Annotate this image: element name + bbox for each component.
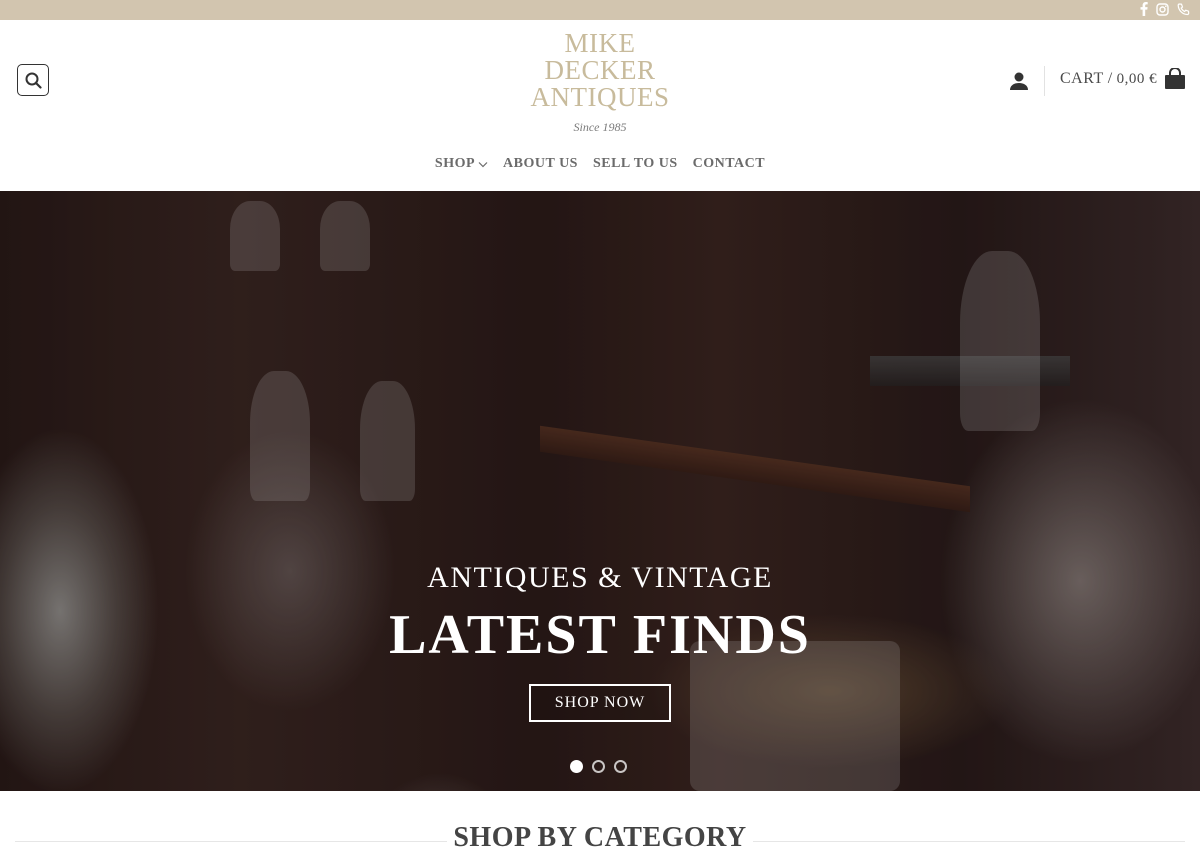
- main-nav: SHOP ABOUT US SELL TO US CONTACT: [0, 156, 1200, 172]
- slider-dot-1[interactable]: [570, 760, 583, 773]
- nav-item-sell-to-us[interactable]: SELL TO US: [593, 156, 678, 172]
- cart-amount: 0,00 €: [1116, 71, 1158, 87]
- shopping-bag-icon: [1165, 68, 1186, 89]
- shop-now-button[interactable]: SHOP NOW: [529, 684, 671, 722]
- top-bar: [0, 0, 1200, 20]
- hero-slider: ANTIQUES & VINTAGE LATEST FINDS SHOP NOW: [0, 191, 1200, 791]
- nav-item-about-us[interactable]: ABOUT US: [503, 156, 578, 172]
- search-icon: [25, 72, 42, 89]
- section-divider-right: [753, 841, 1185, 842]
- account-button[interactable]: [1008, 70, 1030, 92]
- logo-since: Since 1985: [573, 120, 627, 134]
- social-links: [1140, 2, 1190, 16]
- section-title: SHOP BY CATEGORY: [453, 822, 747, 850]
- slider-dots: [570, 760, 627, 773]
- logo-line-1: MIKE: [564, 28, 636, 58]
- nav-item-shop[interactable]: SHOP: [435, 156, 488, 172]
- instagram-icon[interactable]: [1156, 2, 1169, 16]
- slider-dot-2[interactable]: [592, 760, 605, 773]
- search-button[interactable]: [17, 64, 49, 96]
- nav-item-contact[interactable]: CONTACT: [693, 156, 765, 172]
- hero-title: LATEST FINDS: [389, 604, 811, 666]
- category-section-header: SHOP BY CATEGORY: [0, 820, 1200, 850]
- header-divider: [1044, 66, 1045, 96]
- user-icon: [1010, 72, 1028, 90]
- logo-line-2: DECKER: [544, 55, 656, 85]
- cart-link[interactable]: CART/0,00 €: [1060, 68, 1187, 90]
- chevron-down-icon: [478, 161, 488, 167]
- facebook-icon[interactable]: [1140, 2, 1148, 16]
- site-logo[interactable]: MIKE DECKER ANTIQUES Since 1985: [500, 30, 700, 135]
- cart-label: CART/0,00 €: [1060, 70, 1158, 87]
- site-header: MIKE DECKER ANTIQUES Since 1985 CART/0,0…: [0, 20, 1200, 191]
- slider-dot-3[interactable]: [614, 760, 627, 773]
- phone-icon[interactable]: [1177, 2, 1190, 16]
- hero-subtitle: ANTIQUES & VINTAGE: [427, 561, 773, 594]
- logo-line-3: ANTIQUES: [530, 82, 670, 112]
